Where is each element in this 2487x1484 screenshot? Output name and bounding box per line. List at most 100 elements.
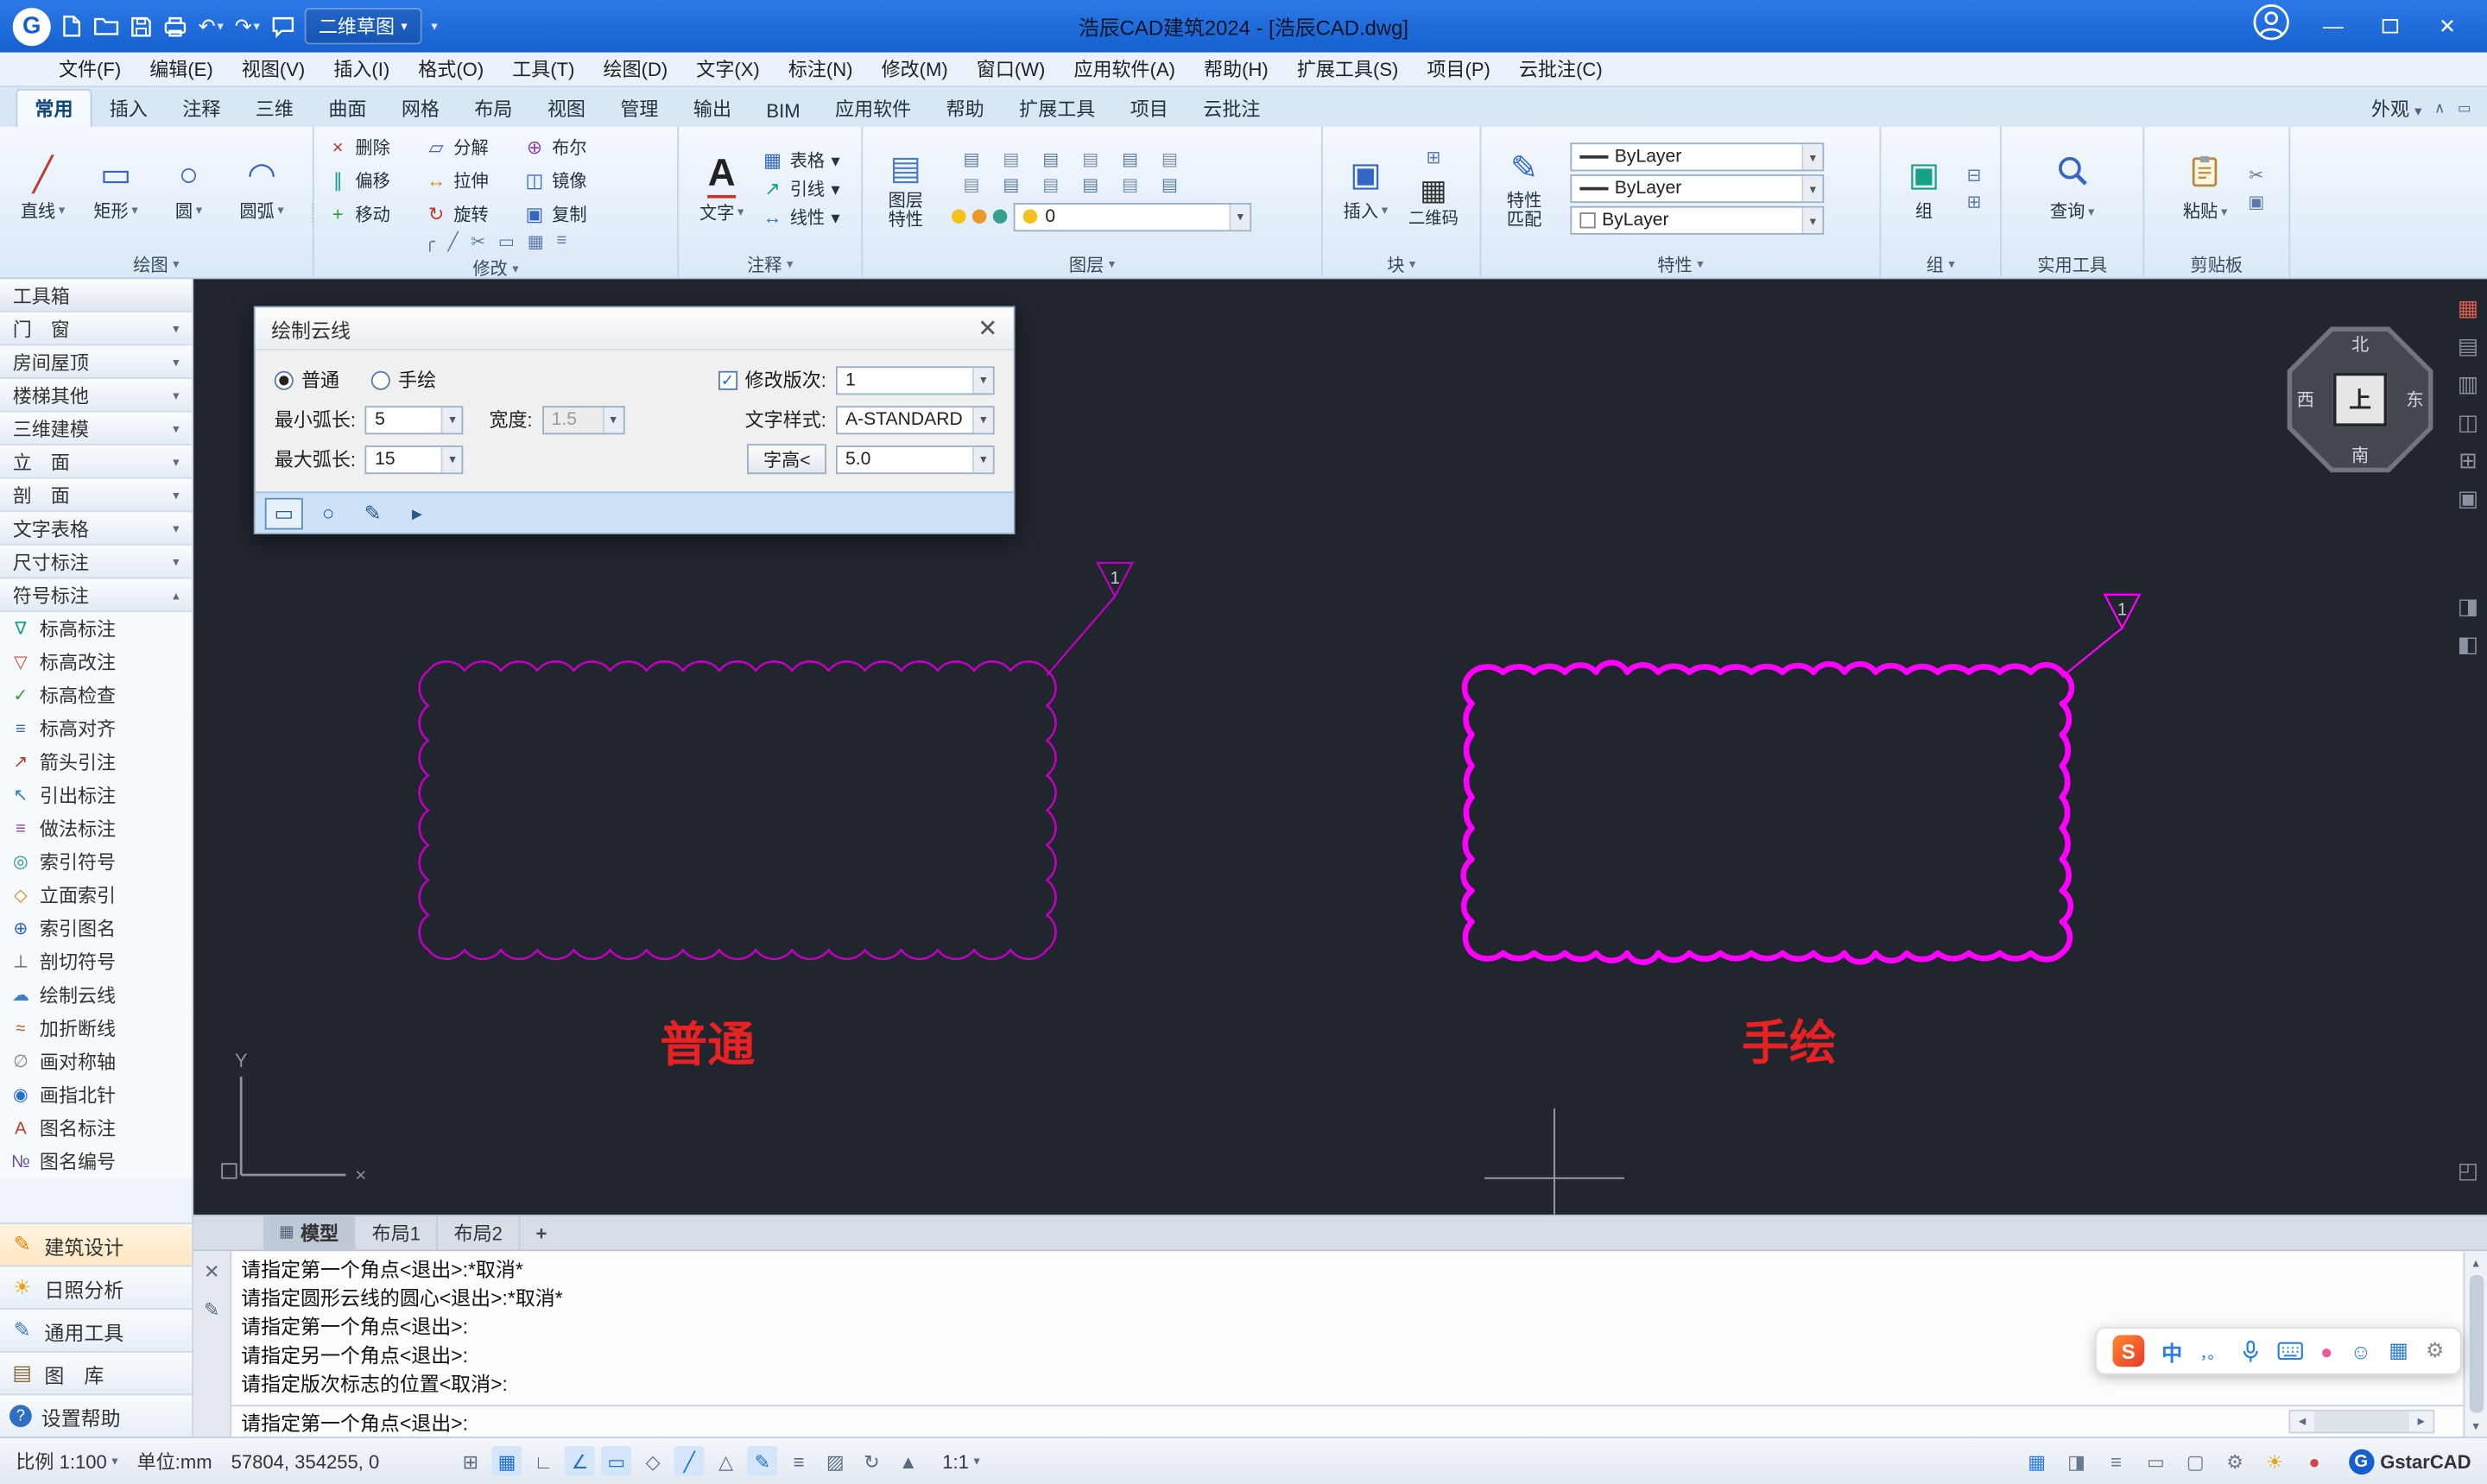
- open-file-button[interactable]: [93, 16, 118, 36]
- menu-item[interactable]: 绘图(D): [589, 55, 682, 82]
- layer-state-icon[interactable]: ▤: [1071, 147, 1111, 172]
- menu-item[interactable]: 云批注(C): [1504, 55, 1617, 82]
- layer-on-icon[interactable]: [952, 209, 966, 224]
- view-pane-h-icon[interactable]: ▥: [2452, 368, 2484, 400]
- punctuation-icon[interactable]: ，。: [2199, 1339, 2224, 1363]
- ducs-toggle[interactable]: △: [711, 1446, 741, 1476]
- snap-toggle[interactable]: ⊞: [455, 1446, 485, 1476]
- insert-block-button[interactable]: ▣ 插入▾: [1329, 155, 1402, 223]
- menu-item[interactable]: 窗口(W): [962, 55, 1060, 82]
- cut-icon[interactable]: ✂: [2248, 165, 2264, 186]
- microphone-icon[interactable]: [2241, 1339, 2260, 1363]
- menu-item[interactable]: 工具(T): [498, 55, 589, 82]
- menu-item[interactable]: 格式(O): [404, 55, 498, 82]
- move-button[interactable]: + 移动: [320, 200, 419, 225]
- toolbox-group-3d-modeling[interactable]: 三维建模 ▾: [0, 413, 192, 446]
- toolbox-group-dimension[interactable]: 尺寸标注 ▾: [0, 546, 192, 579]
- ribbon-tab[interactable]: 三维: [238, 91, 312, 127]
- panel-label-utility[interactable]: 实用工具: [2002, 250, 2142, 277]
- maximize-button[interactable]: [2364, 7, 2417, 45]
- radio-normal[interactable]: 普通: [275, 366, 339, 393]
- fillet-icon[interactable]: ╭: [425, 230, 435, 251]
- scroll-down-icon[interactable]: ▾: [2472, 1414, 2478, 1437]
- command-scrollbar[interactable]: ▴ ▾: [2463, 1251, 2487, 1437]
- layer-state-icon[interactable]: ▤: [1031, 147, 1071, 172]
- view-stack-icon[interactable]: ▣: [2452, 482, 2484, 514]
- isolate-icon[interactable]: ●: [2300, 1446, 2330, 1476]
- menu-item[interactable]: 扩展工具(S): [1282, 55, 1413, 82]
- tool-arrow-leader[interactable]: ↗ 箭头引注: [0, 745, 192, 779]
- workspace-select[interactable]: 二维草图▾: [304, 8, 421, 44]
- toolbox-header[interactable]: 工具箱: [0, 279, 192, 313]
- app-logo-icon[interactable]: G: [13, 7, 51, 45]
- layer-state-icon[interactable]: ▤: [991, 147, 1031, 172]
- panel-label-draw[interactable]: 绘图▾: [0, 250, 313, 277]
- ortho-toggle[interactable]: ∟: [528, 1446, 559, 1476]
- copy-clip-icon[interactable]: ▣: [2248, 192, 2264, 212]
- dialog-close-button[interactable]: ✕: [978, 316, 997, 340]
- sogou-grid-icon[interactable]: ▦: [2389, 1338, 2408, 1363]
- view-pane-icon[interactable]: ▤: [2452, 330, 2484, 362]
- tool-leader-annotation[interactable]: ↖ 引出标注: [0, 779, 192, 812]
- ribbon-tab[interactable]: 注释: [165, 91, 238, 127]
- ribbon-tab[interactable]: 输出: [676, 91, 750, 127]
- tool-index-symbol[interactable]: ◎ 索引符号: [0, 845, 192, 879]
- ribbon-tab[interactable]: 帮助: [928, 91, 1002, 127]
- scroll-left-icon[interactable]: ◂: [2290, 1413, 2314, 1430]
- panel-label-modify[interactable]: 修改▾: [314, 256, 678, 278]
- min-arc-select[interactable]: 5▾: [365, 405, 464, 433]
- pane-right-icon[interactable]: ◨: [2452, 590, 2484, 622]
- menu-item[interactable]: 文字(X): [682, 55, 775, 82]
- grid-toggle[interactable]: ▦: [492, 1446, 522, 1476]
- osnap-toggle[interactable]: ▭: [601, 1446, 631, 1476]
- group-button[interactable]: ▣ 组: [1888, 155, 1960, 223]
- palette-common-tools[interactable]: ✎ 通用工具: [0, 1308, 192, 1351]
- polar-toggle[interactable]: ∠: [565, 1446, 595, 1476]
- scale-indicator[interactable]: 比例 1:100▾: [16, 1448, 117, 1475]
- freehand-cloud-mode-button[interactable]: ✎: [354, 497, 392, 529]
- ribbon-display-button[interactable]: ▭: [2458, 100, 2471, 117]
- tool-symmetry-axis[interactable]: ∅ 画对称轴: [0, 1045, 192, 1078]
- chinese-mode-icon[interactable]: 中: [2161, 1336, 2182, 1366]
- layer-properties-button[interactable]: ▤ 图层特性: [870, 148, 942, 230]
- panel-label-group[interactable]: 组▾: [1881, 250, 2000, 277]
- compass-west[interactable]: 西: [2297, 387, 2314, 412]
- tool-elevation-align[interactable]: ≡ 标高对齐: [0, 712, 192, 746]
- pick-cloud-mode-button[interactable]: ▸: [398, 497, 436, 529]
- layer-freeze-icon[interactable]: [972, 209, 987, 224]
- toolbox-group-section[interactable]: 剖 面 ▾: [0, 479, 192, 513]
- tool-section-symbol[interactable]: ⊥ 剖切符号: [0, 945, 192, 979]
- annotation-scale[interactable]: 1:1▾: [942, 1450, 980, 1473]
- rotate-button[interactable]: ↻ 旋转: [419, 200, 517, 225]
- ungroup-icon[interactable]: ⊟: [1967, 165, 1982, 186]
- lengthen-icon[interactable]: ≡: [557, 231, 567, 250]
- ribbon-tab[interactable]: 布局: [457, 91, 530, 127]
- palette-settings-help[interactable]: ? 设置帮助: [0, 1393, 192, 1437]
- ribbon-tab[interactable]: 云批注: [1186, 91, 1278, 127]
- view-grid-icon[interactable]: ⊞: [2452, 444, 2484, 476]
- gradient-icon[interactable]: ░: [305, 201, 314, 226]
- ribbon-tab[interactable]: 扩展工具: [1002, 91, 1113, 127]
- spline-icon[interactable]: ≈: [305, 176, 314, 201]
- layer-state-icon[interactable]: ▤: [952, 147, 991, 172]
- query-button[interactable]: 查询▾: [2035, 154, 2108, 224]
- compass-top-button[interactable]: 上: [2333, 373, 2387, 426]
- layer-select[interactable]: 0 ▾: [1014, 202, 1252, 230]
- explode-button[interactable]: ▱ 分解: [419, 134, 517, 159]
- menu-item[interactable]: 视图(V): [227, 55, 320, 82]
- menu-item[interactable]: 插入(I): [320, 55, 404, 82]
- close-button[interactable]: ✕: [2421, 7, 2474, 45]
- block-edit-icon[interactable]: ⊞: [1408, 148, 1459, 168]
- line-button[interactable]: ╱ 直线▾: [6, 155, 79, 223]
- drawing-area[interactable]: 11普通手绘Y× 北 南 西 东 上 ▦▤▥◫⊞▣◨◧◰ 绘制云线 ✕: [193, 279, 2487, 1215]
- close-command-icon[interactable]: ✕: [204, 1260, 219, 1283]
- panel-label-block[interactable]: 块▾: [1323, 250, 1480, 277]
- layer-state-icon[interactable]: ▤: [1111, 172, 1150, 197]
- compass-south[interactable]: 南: [2351, 442, 2369, 467]
- revision-select[interactable]: 1▾: [836, 365, 995, 394]
- scroll-up-icon[interactable]: ▴: [2472, 1251, 2478, 1273]
- tool-break-line[interactable]: ≈ 加折断线: [0, 1012, 192, 1045]
- rect-cloud-mode-button[interactable]: ▭: [265, 497, 303, 529]
- leader-button[interactable]: ↗ 引线 ▾: [762, 176, 840, 201]
- dialog-title-bar[interactable]: 绘制云线 ✕: [256, 307, 1014, 350]
